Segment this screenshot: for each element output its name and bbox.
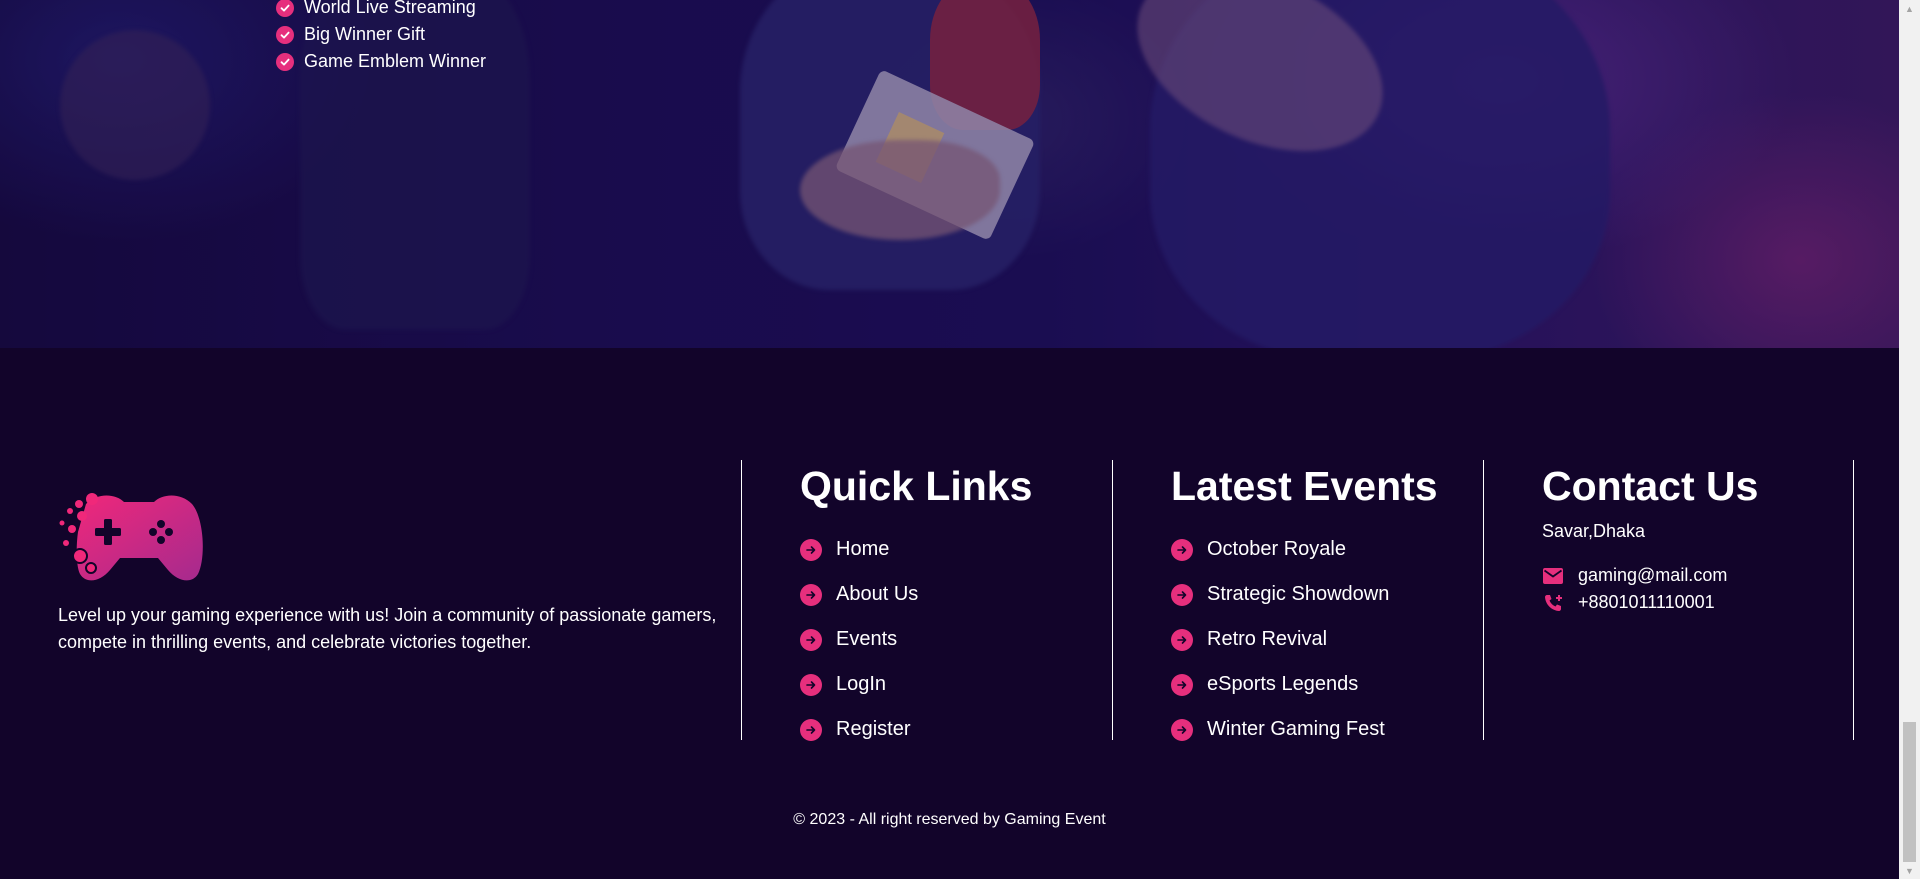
check-circle-icon: [276, 0, 294, 17]
scroll-up-arrow-icon[interactable]: ▲: [1899, 0, 1920, 17]
feature-label: World Live Streaming: [304, 0, 476, 17]
quick-link-register[interactable]: Register: [800, 707, 1112, 752]
quick-links-column: Quick Links Home About Us Events LogIn R…: [741, 460, 1112, 741]
event-link[interactable]: October Royale: [1171, 527, 1483, 572]
arrow-right-circle-icon: [800, 673, 822, 696]
event-link-label[interactable]: Retro Revival: [1207, 628, 1327, 651]
event-link-label[interactable]: October Royale: [1207, 538, 1346, 561]
event-link[interactable]: Winter Gaming Fest: [1171, 707, 1483, 752]
footer-tagline: Level up your gaming experience with us!…: [58, 605, 717, 652]
arrow-right-circle-icon: [800, 628, 822, 651]
copyright-text: © 2023 - All right reserved by Gaming Ev…: [793, 811, 1106, 828]
quick-link-about-us[interactable]: About Us: [800, 572, 1112, 617]
page-scrollbar[interactable]: ▲ ▼: [1899, 0, 1920, 879]
quick-link-label[interactable]: Register: [836, 718, 910, 741]
quick-link-label[interactable]: Home: [836, 538, 889, 561]
quick-links-list: Home About Us Events LogIn Register: [800, 527, 1112, 752]
latest-events-column: Latest Events October Royale Strategic S…: [1112, 460, 1483, 741]
event-link[interactable]: Retro Revival: [1171, 617, 1483, 662]
event-link-label[interactable]: Winter Gaming Fest: [1207, 718, 1385, 741]
quick-link-label[interactable]: LogIn: [836, 673, 886, 696]
arrow-right-circle-icon: [1171, 538, 1193, 561]
check-circle-icon: [276, 25, 294, 44]
quick-link-events[interactable]: Events: [800, 617, 1112, 662]
contact-column: Contact Us Savar,Dhaka gaming@mail.com +…: [1483, 460, 1854, 740]
latest-events-list: October Royale Strategic Showdown Retro …: [1171, 527, 1483, 752]
quick-link-label[interactable]: Events: [836, 628, 897, 651]
event-link-label[interactable]: Strategic Showdown: [1207, 583, 1389, 606]
scroll-down-arrow-icon[interactable]: ▼: [1899, 862, 1920, 879]
arrow-right-circle-icon: [1171, 583, 1193, 606]
feature-label: Game Emblem Winner: [304, 51, 487, 71]
latest-events-heading: Latest Events: [1171, 463, 1438, 509]
mail-icon: [1542, 565, 1564, 587]
contact-heading: Contact Us: [1542, 463, 1759, 509]
footer-brand: Level up your gaming experience with us!…: [58, 486, 718, 656]
check-circle-icon: [276, 52, 294, 71]
contact-phone-text[interactable]: +8801011110001: [1578, 592, 1715, 613]
arrow-right-circle-icon: [1171, 718, 1193, 741]
event-link-label[interactable]: eSports Legends: [1207, 673, 1358, 696]
event-link[interactable]: Strategic Showdown: [1171, 572, 1483, 617]
gamepad-icon[interactable]: [58, 486, 204, 586]
contact-address: Savar,Dhaka: [1542, 521, 1646, 541]
feature-item: Big Winner Gift: [276, 21, 486, 48]
phone-add-icon: [1542, 592, 1564, 614]
feature-item: Game Emblem Winner: [276, 48, 486, 75]
event-link[interactable]: eSports Legends: [1171, 662, 1483, 707]
feature-label: Big Winner Gift: [304, 24, 426, 44]
quick-link-home[interactable]: Home: [800, 527, 1112, 572]
quick-link-label[interactable]: About Us: [836, 583, 918, 606]
contact-email-text[interactable]: gaming@mail.com: [1578, 565, 1727, 586]
contact-phone[interactable]: +8801011110001: [1542, 589, 1854, 616]
scrollbar-thumb[interactable]: [1903, 722, 1916, 862]
feature-list: World Live Streaming Big Winner Gift Gam…: [276, 0, 486, 75]
quick-links-heading: Quick Links: [800, 463, 1033, 509]
arrow-right-circle-icon: [1171, 673, 1193, 696]
quick-link-login[interactable]: LogIn: [800, 662, 1112, 707]
arrow-right-circle-icon: [800, 538, 822, 561]
contact-email[interactable]: gaming@mail.com: [1542, 562, 1854, 589]
column-divider: [1853, 460, 1854, 740]
feature-item: World Live Streaming: [276, 0, 486, 21]
hero-image-section: World Live Streaming Big Winner Gift Gam…: [0, 0, 1899, 348]
arrow-right-circle-icon: [800, 718, 822, 741]
site-footer: Level up your gaming experience with us!…: [0, 348, 1899, 879]
arrow-right-circle-icon: [1171, 628, 1193, 651]
arrow-right-circle-icon: [800, 583, 822, 606]
